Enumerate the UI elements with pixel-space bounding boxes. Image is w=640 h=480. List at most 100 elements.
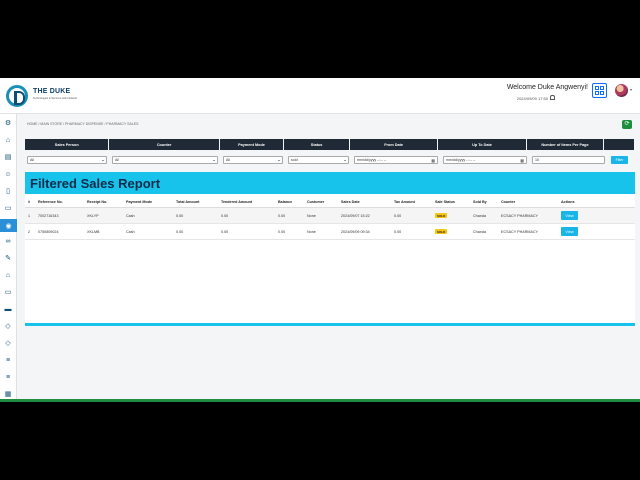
col-sold-by: Sold By <box>473 200 487 204</box>
monitor-icon[interactable]: ▭ <box>3 287 13 297</box>
table-row: 2 0750809024 XKLMB Cash 0.00 0.00 0.00 N… <box>25 224 635 240</box>
chevron-down-icon <box>102 159 104 161</box>
truck-icon[interactable]: ▬ <box>3 304 13 314</box>
list-icon[interactable]: ≡ <box>3 355 13 365</box>
balance: 0.00 <box>278 229 286 234</box>
table-row: 1 7002716343 XKLYP Cash 0.00 0.00 0.00 N… <box>25 208 635 224</box>
col-sales-date: Sales Date <box>341 200 360 204</box>
col-tax-amount: Tax Amount <box>394 200 415 204</box>
pill-icon[interactable]: ◉ <box>0 219 17 232</box>
home-icon[interactable]: ⌂ <box>3 135 13 145</box>
bell-icon[interactable] <box>550 95 555 100</box>
actions-cell: View <box>561 224 578 239</box>
from-date-placeholder: mm/dd/yyyy --:-- -- <box>357 158 387 162</box>
payment-mode-select[interactable]: All <box>221 156 285 164</box>
receipt-no: XKLYP <box>87 213 99 218</box>
status-select[interactable]: sold <box>286 156 351 164</box>
filter-header-from-date: From Date <box>349 139 438 150</box>
chart-icon[interactable]: ▦ <box>3 389 13 399</box>
chevron-down-icon <box>278 159 280 161</box>
chevron-down-icon[interactable] <box>630 89 632 91</box>
report-title: Filtered Sales Report <box>30 176 161 191</box>
payment-mode-value: All <box>226 158 230 162</box>
refresh-button[interactable]: ⟳ <box>622 120 632 129</box>
payment-mode: Cash <box>126 229 135 234</box>
view-button[interactable]: View <box>561 211 578 220</box>
col-sale-status: Sale Status <box>435 200 455 204</box>
chevron-down-icon <box>213 159 215 161</box>
link-icon[interactable]: ∞ <box>3 236 13 246</box>
filter-header-sales-person: Sales Person <box>25 139 109 150</box>
apps-grid-button[interactable] <box>592 83 607 98</box>
filter-panel: Sales Person Counter Payment Mode Status… <box>25 139 635 166</box>
balance: 0.00 <box>278 213 286 218</box>
sales-person-select[interactable]: All <box>25 156 109 164</box>
counter-select[interactable]: All <box>110 156 220 164</box>
settings-icon[interactable]: ⚙ <box>3 118 13 128</box>
tax-amount: 0.00 <box>394 213 402 218</box>
logo-icon[interactable] <box>6 85 28 107</box>
calendar-icon: ▦ <box>520 157 524 163</box>
counter-value: All <box>115 158 119 162</box>
footer-bar <box>0 399 640 402</box>
items-per-page-input[interactable]: 10 <box>530 156 607 164</box>
filter-button[interactable]: Filter <box>611 156 628 164</box>
grid-icon <box>600 86 604 90</box>
up-to-date-input[interactable]: mm/dd/yyyy --:-- -- ▦ <box>441 156 529 164</box>
status-badge: SOLD <box>435 213 448 218</box>
current-datetime: 2024/09/09 17:50 <box>516 96 548 101</box>
col-counter: Counter <box>501 200 516 204</box>
filter-input-row: All All All sold mm/dd/yyyy --:-- -- ▦ mm… <box>25 154 635 166</box>
filter-header-up-to-date: Up To Date <box>438 139 526 150</box>
calendar-icon: ▦ <box>431 157 435 163</box>
filter-header-counter: Counter <box>109 139 219 150</box>
report-bottom-border <box>25 323 635 326</box>
users-icon[interactable]: ☺ <box>3 169 13 179</box>
clipboard-icon[interactable]: ▭ <box>3 203 13 213</box>
report-title-bar: Filtered Sales Report <box>25 172 635 194</box>
pen-icon[interactable]: ✎ <box>3 253 13 263</box>
up-to-date-placeholder: mm/dd/yyyy --:-- -- <box>446 158 476 162</box>
sold-by: Chanda <box>473 229 486 234</box>
sale-status: SOLD <box>435 208 448 223</box>
document-icon[interactable]: ▯ <box>3 186 13 196</box>
chevron-down-icon <box>344 159 346 161</box>
tax-amount: 0.00 <box>394 229 402 234</box>
filter-header-action <box>604 139 635 150</box>
filter-header-row: Sales Person Counter Payment Mode Status… <box>25 139 635 151</box>
col-number: # <box>28 200 31 204</box>
col-actions: Actions <box>561 200 575 204</box>
total-amount: 0.00 <box>176 229 184 234</box>
payment-mode: Cash <box>126 213 135 218</box>
list-icon[interactable]: ≡ <box>3 372 13 382</box>
brand-tagline: Technologies & Services Hub Network <box>33 97 77 100</box>
table-header-row: # Reference No. Receipt No. Payment Mode… <box>25 197 635 208</box>
col-payment-mode: Payment Mode <box>126 200 153 204</box>
bank-icon[interactable]: ⌂ <box>3 270 13 280</box>
sales-date: 2024/09/07 15:22 <box>341 213 370 218</box>
brand-name: THE DUKE <box>33 88 71 95</box>
filter-header-payment-mode: Payment Mode <box>219 139 284 150</box>
col-total-amount: Total Amount <box>176 200 200 204</box>
avatar[interactable] <box>615 84 628 97</box>
breadcrumb[interactable]: HOME / MAIN STORE / PHARMACY DISPENSE / … <box>27 122 138 126</box>
row-number: 1 <box>28 213 31 218</box>
items-per-page-value: 10 <box>535 158 539 162</box>
app-viewport: THE DUKE Technologies & Services Hub Net… <box>0 78 640 402</box>
sales-table: # Reference No. Receipt No. Payment Mode… <box>25 197 635 240</box>
col-tendered-amount: Tendered Amount <box>221 200 253 204</box>
customer: None <box>307 229 316 234</box>
filter-header-items-per-page: Number of Items Per Page <box>526 139 604 150</box>
grid-icon <box>595 91 599 95</box>
tendered-amount: 0.00 <box>221 213 229 218</box>
from-date-input[interactable]: mm/dd/yyyy --:-- -- ▦ <box>352 156 440 164</box>
receipt-no: XKLMB <box>87 229 100 234</box>
tag-icon[interactable]: ◇ <box>3 321 13 331</box>
reference-no: 7002716343 <box>38 213 59 218</box>
view-button[interactable]: View <box>561 227 578 236</box>
status-badge: SOLD <box>435 229 448 234</box>
store-icon[interactable]: ▤ <box>3 152 13 162</box>
col-receipt-no: Receipt No. <box>87 200 108 204</box>
tag-icon[interactable]: ◇ <box>3 338 13 348</box>
col-balance: Balance <box>278 200 293 204</box>
